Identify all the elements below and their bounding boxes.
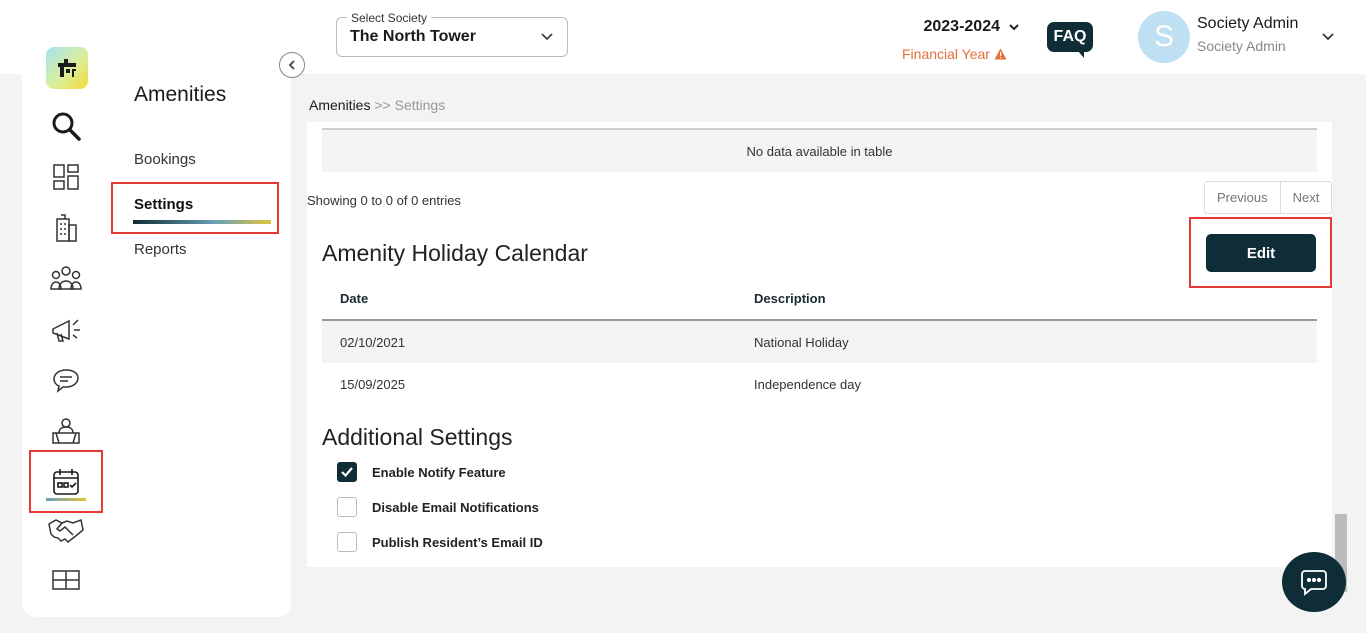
column-header-description[interactable]: Description	[754, 291, 826, 306]
column-header-date[interactable]: Date	[340, 291, 368, 306]
next-button[interactable]: Next	[1279, 182, 1332, 213]
breadcrumb: Amenities >> Settings	[309, 97, 445, 113]
holiday-calendar-title: Amenity Holiday Calendar	[322, 240, 588, 266]
sidebar-active-underline	[133, 220, 271, 224]
breadcrumb-parent[interactable]: Amenities	[309, 97, 370, 113]
pagination: Previous Next	[1204, 181, 1333, 214]
chevron-down-icon	[539, 28, 555, 49]
check-icon	[341, 467, 353, 478]
chevron-down-icon	[1009, 24, 1019, 31]
breadcrumb-current: Settings	[394, 97, 446, 113]
faq-button[interactable]: FAQ	[1047, 22, 1093, 58]
setting-label: Enable Notify Feature	[372, 464, 506, 480]
dashboard-icon[interactable]	[46, 157, 86, 197]
cell-date: 15/09/2025	[340, 377, 406, 392]
sidebar-item-bookings[interactable]: Bookings	[134, 151, 196, 168]
cell-description: Independence day	[754, 377, 861, 392]
setting-label: Disable Email Notifications	[372, 499, 539, 515]
previous-button[interactable]: Previous	[1205, 182, 1280, 213]
breadcrumb-separator: >>	[374, 97, 391, 113]
society-select-value: The North Tower	[350, 28, 476, 45]
chat-icon[interactable]	[46, 361, 86, 401]
warning-icon	[994, 48, 1007, 60]
search-icon[interactable]	[46, 106, 86, 146]
sidebar-item-settings[interactable]: Settings	[134, 196, 193, 213]
helpdesk-icon[interactable]	[46, 412, 86, 452]
table-row: 02/10/2021 National Holiday	[322, 321, 1317, 363]
empty-table-message: No data available in table	[322, 128, 1317, 172]
chat-support-button[interactable]	[1282, 552, 1346, 612]
rail-active-underline	[46, 498, 86, 501]
setting-enable-notify[interactable]: Enable Notify Feature	[337, 462, 506, 482]
announcement-icon[interactable]	[46, 310, 86, 350]
checkbox-unchecked[interactable]	[337, 532, 357, 552]
financial-year-label: Financial Year	[902, 46, 990, 62]
user-role: Society Admin	[1197, 38, 1286, 54]
logo-icon	[58, 59, 76, 77]
app-logo[interactable]	[46, 47, 88, 89]
box-icon[interactable]	[46, 560, 86, 600]
building-icon[interactable]	[46, 208, 86, 248]
setting-publish-email[interactable]: Publish Resident’s Email ID	[337, 532, 543, 552]
community-icon[interactable]	[46, 259, 86, 299]
financial-year-value: 2023-2024	[923, 18, 1000, 35]
cell-date: 02/10/2021	[340, 335, 406, 350]
checkbox-checked[interactable]	[337, 462, 357, 482]
society-select[interactable]: Select Society The North Tower	[336, 11, 568, 57]
setting-label: Publish Resident’s Email ID	[372, 534, 543, 550]
cell-description: National Holiday	[754, 335, 849, 350]
amenities-calendar-icon[interactable]	[46, 462, 86, 502]
avatar[interactable]: S	[1138, 11, 1190, 63]
edit-button[interactable]: Edit	[1206, 234, 1316, 272]
chevron-left-icon	[288, 60, 295, 70]
additional-settings-title: Additional Settings	[322, 424, 513, 450]
user-name: Society Admin	[1197, 15, 1299, 32]
setting-disable-email[interactable]: Disable Email Notifications	[337, 497, 539, 517]
financial-year-select[interactable]: 2023-2024 Financial Year	[880, 18, 1020, 62]
table-info: Showing 0 to 0 of 0 entries	[307, 193, 461, 208]
table-row: 15/09/2025 Independence day	[322, 363, 1317, 405]
chat-bubble-icon	[1301, 570, 1327, 596]
user-menu-chevron-icon[interactable]	[1320, 28, 1336, 49]
collapse-sidebar-button[interactable]	[279, 52, 305, 78]
handshake-icon[interactable]	[46, 510, 86, 550]
checkbox-unchecked[interactable]	[337, 497, 357, 517]
sidebar-title: Amenities	[134, 83, 227, 106]
society-select-label: Select Society	[347, 11, 432, 25]
sidebar-item-reports[interactable]: Reports	[134, 241, 187, 258]
